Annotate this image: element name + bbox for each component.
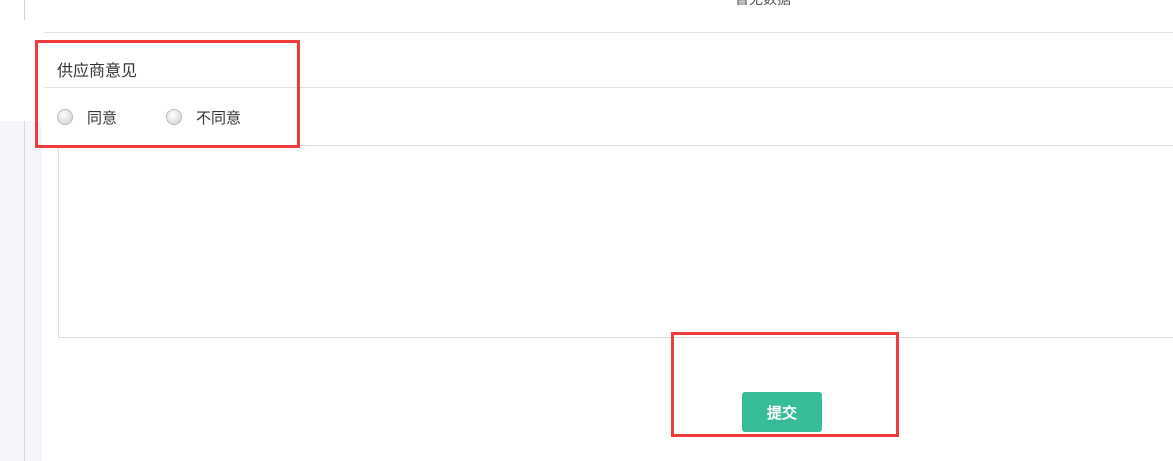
section-divider-middle (44, 87, 1173, 88)
empty-data-text: 暂无数据 (735, 0, 791, 8)
submit-button[interactable]: 提交 (742, 392, 822, 432)
panel-left-border (24, 0, 25, 20)
radio-button-icon[interactable] (166, 109, 182, 125)
radio-agree-label: 同意 (87, 108, 118, 127)
radio-disagree-label: 不同意 (196, 108, 242, 127)
panel-left-border-lower (24, 121, 25, 461)
sidebar-edge (0, 121, 42, 461)
opinion-comment-textarea[interactable] (58, 145, 1173, 338)
sidebar-edge-top (0, 0, 24, 121)
radio-disagree[interactable]: 不同意 (166, 106, 241, 128)
supplier-opinion-title: 供应商意见 (57, 61, 138, 80)
section-divider-top (44, 32, 1173, 33)
radio-button-icon[interactable] (57, 109, 73, 125)
radio-agree[interactable]: 同意 (57, 106, 117, 128)
